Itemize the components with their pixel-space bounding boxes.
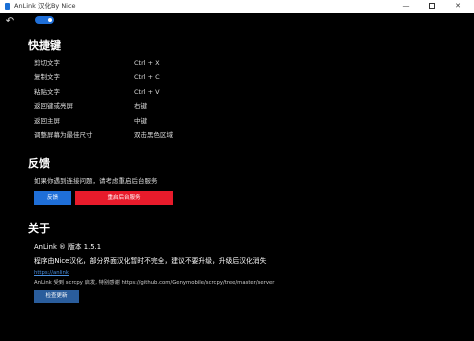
check-update-button[interactable]: 检查更新	[34, 290, 79, 303]
shortcut-row: 返回主屏 中键	[34, 115, 234, 127]
shortcut-key: Ctrl + X	[134, 59, 160, 67]
shortcut-key: 右键	[134, 102, 147, 110]
toggle-switch[interactable]	[35, 16, 54, 24]
about-heading: 关于	[28, 222, 50, 235]
shortcut-row: 调整屏幕为最佳尺寸 双击黑色区域	[34, 129, 234, 141]
shortcut-row: 复制文字 Ctrl + C	[34, 71, 234, 83]
shortcut-key: 中键	[134, 117, 147, 125]
maximize-button[interactable]	[420, 0, 444, 13]
title-bar: AnLink 汉化By Nice — ✕	[0, 0, 474, 13]
feedback-description: 如果你遇到连接问题，请考虑重启后台服务	[34, 177, 158, 185]
shortcut-desc: 调整屏幕为最佳尺寸	[34, 131, 93, 139]
version-text: AnLink ® 版本 1.5.1	[34, 243, 102, 251]
feedback-button[interactable]: 反馈	[34, 191, 71, 205]
shortcut-desc: 复制文字	[34, 73, 60, 81]
credit-text: AnLink 受到 scrcpy 启发, 特别感谢 https://github…	[34, 280, 275, 286]
back-button[interactable]: ↶	[3, 15, 17, 29]
shortcut-desc: 剪切文字	[34, 59, 60, 67]
shortcut-desc: 返回键或亮屏	[34, 102, 73, 110]
back-arrow-icon: ↶	[5, 16, 15, 27]
shortcut-row: 返回键或亮屏 右键	[34, 100, 234, 112]
shortcut-key: Ctrl + V	[134, 88, 160, 96]
feedback-heading: 反馈	[28, 157, 50, 170]
minimize-button[interactable]: —	[394, 0, 418, 13]
shortcut-key: 双击黑色区域	[134, 131, 173, 139]
window-title: AnLink 汉化By Nice	[14, 2, 76, 10]
toggle-knob	[48, 18, 52, 22]
website-link[interactable]: https://anlink	[34, 269, 69, 277]
maximize-icon	[429, 3, 435, 9]
close-button[interactable]: ✕	[446, 0, 470, 13]
shortcut-desc: 返回主屏	[34, 117, 60, 125]
localization-note: 程序由Nice汉化，部分界面汉化暂时不完全，建议不要升级，升级后汉化消失	[34, 257, 267, 265]
app-icon	[5, 3, 10, 10]
restart-service-button[interactable]: 重启后台服务	[75, 191, 173, 205]
shortcut-row: 粘贴文字 Ctrl + V	[34, 86, 234, 98]
shortcuts-heading: 快捷键	[28, 39, 61, 52]
shortcut-row: 剪切文字 Ctrl + X	[34, 57, 234, 69]
shortcut-desc: 粘贴文字	[34, 88, 60, 96]
shortcut-key: Ctrl + C	[134, 73, 160, 81]
